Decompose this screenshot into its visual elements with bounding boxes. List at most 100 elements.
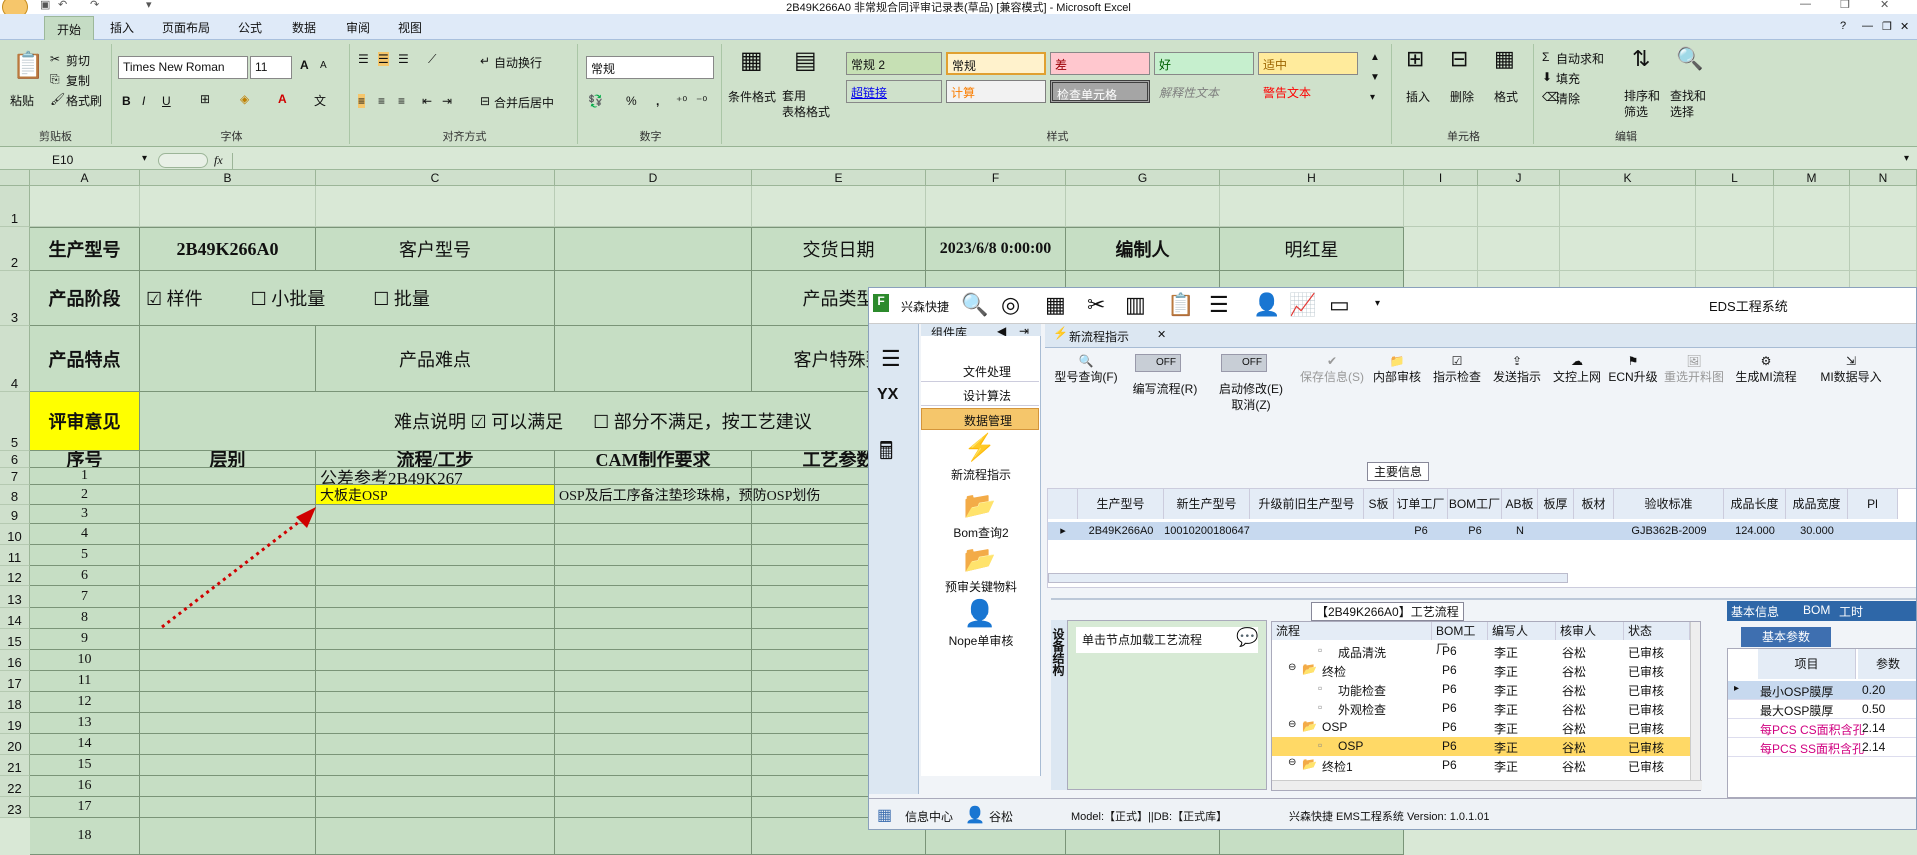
info-center-label[interactable]: 信息中心 [905, 808, 953, 825]
decrease-indent-icon[interactable]: ⇤ [422, 94, 432, 108]
comma-button[interactable]: , [656, 94, 659, 108]
autosum-icon[interactable]: Σ [1542, 50, 1549, 64]
align-top-icon[interactable]: ☰ [358, 52, 369, 66]
cell-d2[interactable] [555, 271, 752, 326]
tool-ecn-upgrade[interactable]: ⚑ ECN升级 [1605, 354, 1661, 385]
cell-body[interactable] [316, 671, 555, 692]
increase-indent-icon[interactable]: ⇥ [442, 94, 452, 108]
cell-body[interactable] [140, 776, 316, 797]
insert-cells-icon[interactable]: ⊞ [1406, 46, 1424, 72]
styles-more-icon[interactable]: ▾ [1370, 92, 1375, 103]
underline-button[interactable]: U [162, 94, 171, 108]
column-header[interactable]: H [1220, 170, 1404, 186]
cell-e1[interactable]: 交货日期 [752, 227, 926, 271]
tree-column-header[interactable]: 核审人 [1556, 622, 1624, 640]
ribbon-restore-icon[interactable]: ❐ [1882, 20, 1892, 33]
batch-checkbox[interactable]: ☐ 批量 [373, 285, 430, 311]
eds-grid-icon[interactable]: ▦ [1045, 292, 1066, 318]
grid-cell[interactable]: 30.000 [1786, 522, 1848, 540]
autosum-button[interactable]: 自动求和 [1556, 50, 1604, 67]
cell-body[interactable] [555, 671, 752, 692]
row-header[interactable]: 9 [0, 505, 30, 524]
cell-body[interactable] [555, 650, 752, 671]
grid-cell[interactable] [140, 186, 316, 227]
bom-query-icon[interactable]: 📂 [963, 490, 997, 521]
param-row[interactable]: 每PCS SS面积含孔 2.14 [1728, 738, 1916, 757]
cell-a1[interactable]: 生产型号 [30, 227, 140, 271]
row-header[interactable]: 8 [0, 485, 30, 505]
cell-f1[interactable]: 2023/6/8 0:00:00 [926, 227, 1066, 271]
eds-user-icon[interactable]: 👤 [1253, 292, 1280, 318]
column-header[interactable]: D [555, 170, 752, 186]
style-normal[interactable]: 常规 [946, 52, 1046, 75]
sort-filter-icon[interactable]: ⇅ [1632, 46, 1650, 72]
cell-a4[interactable]: 评审意见 [30, 392, 140, 451]
cell-body[interactable] [316, 629, 555, 650]
percent-button[interactable]: % [626, 94, 637, 108]
font-size-select[interactable]: 11 [250, 56, 292, 79]
nope-review-icon[interactable]: 👤 [963, 598, 997, 629]
cell-body[interactable] [316, 734, 555, 755]
grid-cell[interactable] [1404, 186, 1478, 227]
grid-cell[interactable] [1774, 186, 1850, 227]
tab-review[interactable]: 审阅 [346, 19, 370, 36]
row-header[interactable]: 19 [0, 713, 30, 734]
cell-body[interactable] [555, 586, 752, 608]
decrease-decimal-icon[interactable]: ⁻⁰ [696, 94, 707, 108]
cell-seq[interactable]: 4 [30, 524, 140, 545]
table-format-button[interactable]: 套用 表格格式 [782, 88, 830, 120]
grid-cell[interactable] [1848, 522, 1898, 540]
ribbon-minimize-icon[interactable]: — [1862, 20, 1873, 32]
cell-body[interactable] [555, 734, 752, 755]
cell-body[interactable] [555, 629, 752, 650]
row-header[interactable]: 1 [0, 186, 30, 227]
grid-column-header[interactable]: 成品长度 [1724, 489, 1786, 519]
splitter[interactable] [1051, 598, 1916, 600]
cell-seq[interactable]: 6 [30, 566, 140, 586]
font-name-select[interactable]: Times New Roman [118, 56, 248, 79]
cell-body[interactable] [555, 608, 752, 629]
cell-a2[interactable]: 产品阶段 [30, 271, 140, 326]
cell-d1[interactable] [555, 227, 752, 271]
tool-model-query[interactable]: 🔍 型号查询(F) [1051, 354, 1121, 385]
cell-seq[interactable]: 9 [30, 629, 140, 650]
conditional-format-button[interactable]: 条件格式 [728, 88, 776, 105]
info-center-icon[interactable]: ▦ [877, 805, 892, 825]
name-box-dropdown-icon[interactable]: ▾ [142, 153, 147, 164]
paste-button[interactable]: 粘贴 [10, 92, 34, 109]
cell-body[interactable] [140, 671, 316, 692]
tree-row[interactable]: ▫ 外观检查 P6 李正 谷松 已审核 [1272, 699, 1692, 718]
column-header[interactable]: C [316, 170, 555, 186]
calculator-icon[interactable]: 🖩 [879, 434, 893, 475]
select-all-corner[interactable] [0, 170, 30, 186]
cell-g1[interactable]: 编制人 [1066, 227, 1220, 271]
cell-body[interactable] [316, 608, 555, 629]
align-right-icon[interactable]: ≡ [398, 94, 405, 108]
grid-cell[interactable] [1404, 227, 1478, 271]
cell-body[interactable] [140, 797, 316, 818]
cell-body[interactable] [555, 524, 752, 545]
cell-seq[interactable]: 18 [30, 818, 140, 855]
merge-icon[interactable]: ⊟ [480, 94, 490, 108]
styles-scroll-up-icon[interactable]: ▲ [1370, 52, 1380, 63]
cell-body[interactable] [555, 468, 752, 485]
clear-button[interactable]: 清除 [1556, 90, 1580, 107]
grid-cell[interactable] [1478, 227, 1560, 271]
grid-cell[interactable] [1560, 227, 1696, 271]
copy-icon[interactable]: ⎘ [50, 72, 60, 87]
column-header[interactable]: L [1696, 170, 1774, 186]
tree-row[interactable]: ▫ 功能检查 P6 李正 谷松 已审核 [1272, 680, 1692, 699]
row-header[interactable]: 11 [0, 545, 30, 566]
eds-more-icon[interactable]: ▾ [1375, 298, 1380, 309]
tool-start-modify[interactable]: 启动修改(E) [1213, 380, 1289, 397]
row-header[interactable]: 7 [0, 468, 30, 485]
grid-cell[interactable] [926, 186, 1066, 227]
column-header[interactable]: E [752, 170, 926, 186]
eds-scissors-icon[interactable]: ✂ [1087, 292, 1105, 318]
cell-seq[interactable]: 12 [30, 692, 140, 713]
format-painter-button[interactable]: 格式刷 [66, 92, 102, 109]
row-header[interactable]: 22 [0, 776, 30, 797]
tool-doc-online[interactable]: ☁ 文控上网 [1549, 354, 1605, 385]
eds-list-icon[interactable]: ☰ [1209, 292, 1229, 318]
key-material-icon[interactable]: 📂 [963, 544, 997, 575]
